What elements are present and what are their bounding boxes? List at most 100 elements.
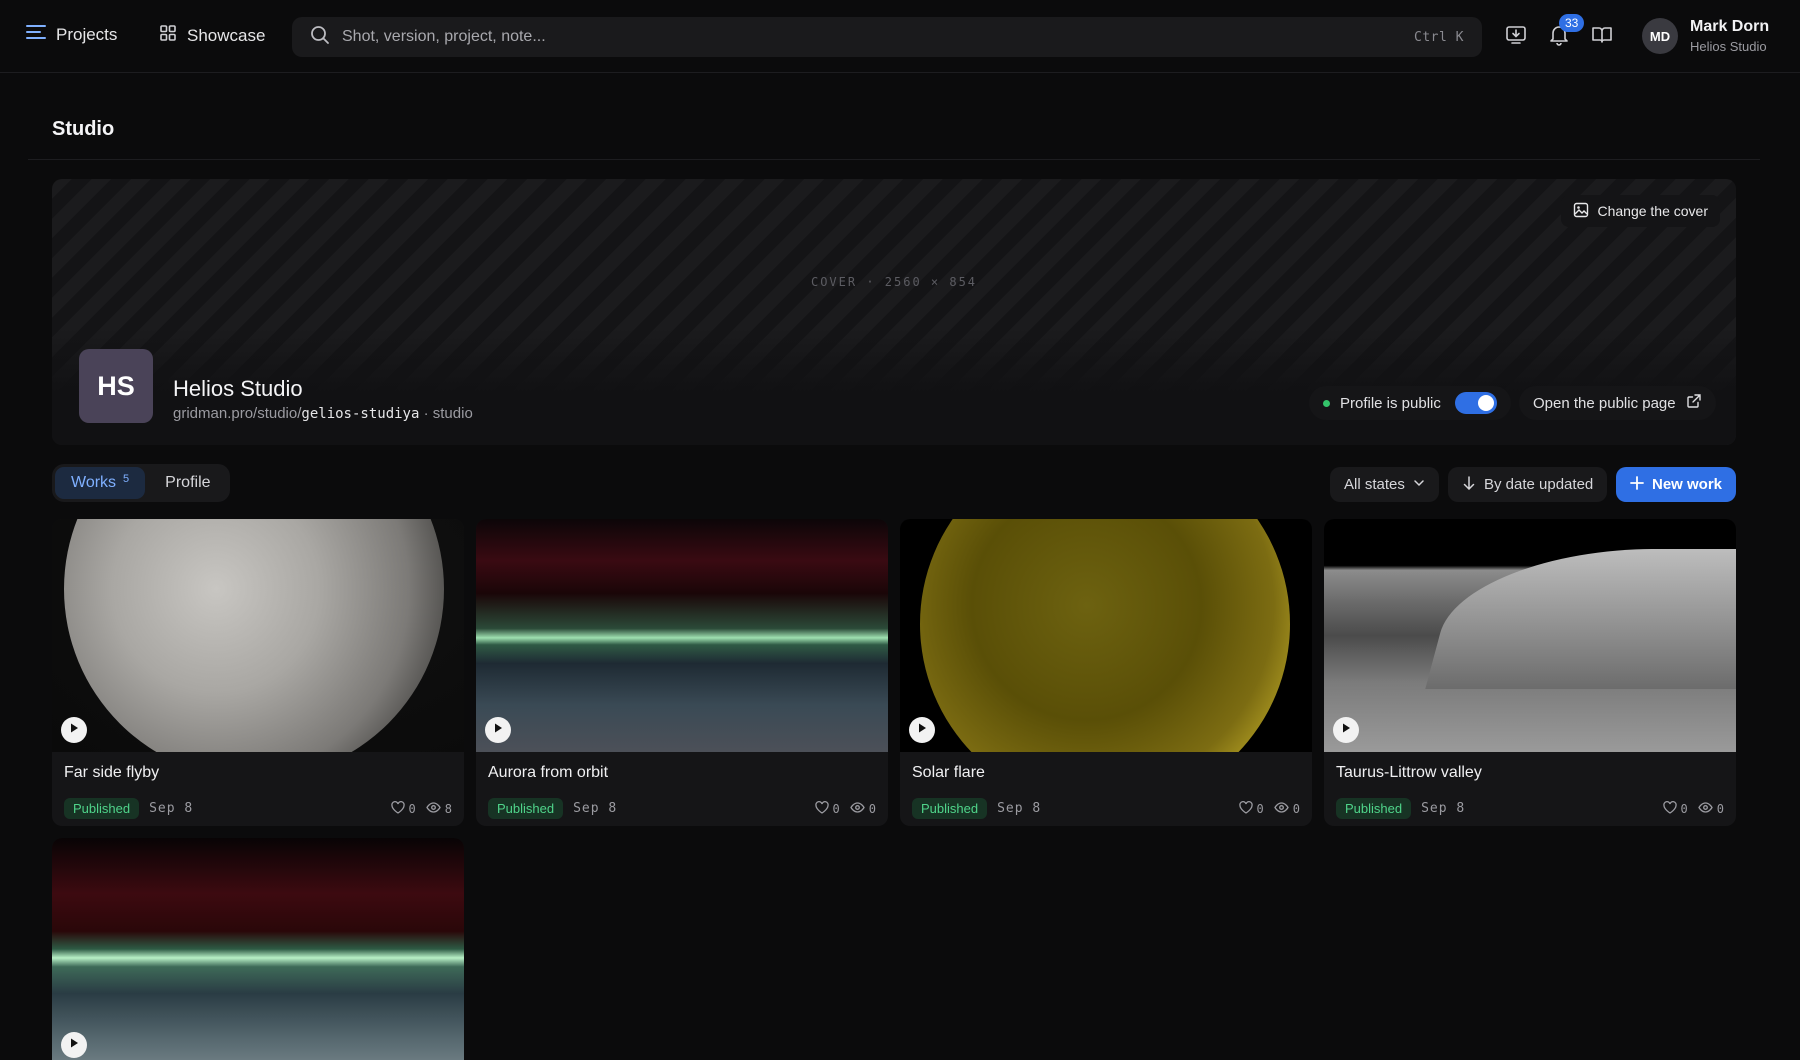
likes-count: 0 (832, 801, 840, 816)
studio-slug: gelios-studiya (301, 406, 420, 422)
tab-works-label: Works (71, 474, 117, 491)
work-thumbnail (1324, 519, 1736, 752)
studio-cover: COVER · 2560 × 854 Change the cover HS H… (52, 179, 1736, 445)
tab-works-count: 5 (123, 473, 130, 485)
chevron-down-icon (1413, 476, 1425, 493)
work-title: Aurora from orbit (488, 764, 609, 781)
work-thumbnail (900, 519, 1312, 752)
sort-button[interactable]: By date updated (1448, 467, 1608, 502)
play-icon (68, 721, 80, 739)
eye-icon (850, 801, 865, 816)
work-meta: Published Sep 8 0 0 (900, 788, 1312, 826)
work-date: Sep 8 (1421, 801, 1466, 816)
user-menu[interactable]: MD Mark Dorn Helios Studio (1642, 18, 1769, 54)
menu-icon (26, 24, 46, 45)
search-input[interactable] (342, 28, 1415, 46)
work-meta: Published Sep 8 0 0 (476, 788, 888, 826)
work-thumbnail (52, 838, 464, 1060)
notifications-button[interactable]: 33 (1544, 14, 1585, 52)
eye-icon (1698, 801, 1713, 816)
status-badge: Published (912, 798, 988, 819)
book-open-icon (1591, 25, 1613, 50)
page-title: Studio (52, 118, 115, 140)
new-work-label: New work (1651, 476, 1723, 493)
studio-url-prefix: gridman.pro/studio/ (173, 405, 302, 422)
likes-stat: 0 (1662, 800, 1688, 817)
tab-profile-label: Profile (165, 474, 211, 491)
cover-size-label: COVER · 2560 × 854 (810, 275, 978, 289)
work-stats: 0 8 (390, 800, 452, 817)
studio-name: Helios Studio (173, 376, 303, 401)
image-edit-icon (1573, 202, 1589, 221)
play-icon (492, 721, 504, 739)
works-tabs: Works 5 Profile (52, 464, 230, 502)
studio-url: gridman.pro/studio/gelios-studiya · stud… (173, 405, 473, 422)
views-stat: 0 (1274, 802, 1300, 816)
work-thumbnail (476, 519, 888, 752)
work-date: Sep 8 (149, 801, 194, 816)
monitor-download-icon (1505, 25, 1527, 50)
heart-icon (390, 800, 405, 817)
public-toggle[interactable] (1454, 392, 1497, 414)
work-card[interactable]: Solar flare Published Sep 8 0 0 (900, 519, 1312, 826)
play-button[interactable] (1333, 717, 1359, 743)
work-card[interactable] (52, 838, 464, 1060)
likes-count: 0 (408, 801, 416, 816)
showcase-label: Showcase (187, 25, 266, 45)
views-stat: 0 (850, 802, 876, 816)
work-stats: 0 0 (814, 800, 876, 817)
moon-image (64, 519, 444, 752)
grid-icon (159, 24, 177, 47)
open-public-page-button[interactable]: Open the public page (1519, 386, 1716, 420)
tab-profile[interactable]: Profile (149, 467, 226, 499)
public-status-dot (1323, 399, 1330, 407)
play-button[interactable] (61, 717, 87, 743)
play-button[interactable] (61, 1032, 87, 1058)
change-cover-label: Change the cover (1597, 203, 1708, 219)
user-org: Helios Studio (1690, 39, 1767, 54)
state-filter-dropdown[interactable]: All states (1330, 467, 1439, 502)
top-bar: Projects Showcase Ctrl K 33 MD Mark Dorn (0, 0, 1800, 73)
work-date: Sep 8 (573, 801, 618, 816)
studio-avatar: HS (79, 349, 153, 423)
work-stats: 0 0 (1662, 800, 1724, 817)
views-count: 8 (444, 801, 452, 816)
new-work-button[interactable]: New work (1616, 467, 1736, 502)
work-card[interactable]: Far side flyby Published Sep 8 0 8 (52, 519, 464, 826)
avatar: MD (1642, 18, 1678, 54)
showcase-nav-button[interactable]: Showcase (159, 24, 265, 47)
work-meta: Published Sep 8 0 0 (1324, 788, 1736, 826)
download-app-button[interactable] (1501, 22, 1531, 52)
eye-icon (1274, 801, 1289, 816)
likes-stat: 0 (1238, 800, 1264, 817)
sort-label: By date updated (1484, 476, 1594, 493)
open-public-label: Open the public page (1533, 394, 1676, 412)
user-name: Mark Dorn (1690, 18, 1770, 35)
page-divider (28, 159, 1760, 160)
status-badge: Published (64, 798, 140, 819)
projects-nav-button[interactable]: Projects (26, 24, 117, 45)
play-button[interactable] (485, 717, 511, 743)
views-stat: 8 (426, 802, 452, 816)
heart-icon (814, 800, 829, 817)
views-stat: 0 (1698, 802, 1724, 816)
play-button[interactable] (909, 717, 935, 743)
work-stats: 0 0 (1238, 800, 1300, 817)
play-icon (916, 721, 928, 739)
likes-stat: 0 (814, 800, 840, 817)
search-bar[interactable]: Ctrl K (292, 17, 1482, 57)
tab-works[interactable]: Works 5 (55, 467, 146, 499)
valley-image (1425, 549, 1736, 689)
docs-button[interactable] (1587, 22, 1617, 52)
projects-label: Projects (56, 24, 118, 44)
plus-icon (1630, 475, 1644, 494)
work-meta: Published Sep 8 0 8 (52, 788, 464, 826)
likes-count: 0 (1680, 801, 1688, 816)
likes-stat: 0 (390, 800, 416, 817)
work-title: Far side flyby (64, 764, 160, 781)
change-cover-button[interactable]: Change the cover (1561, 195, 1720, 227)
work-card[interactable]: Taurus-Littrow valley Published Sep 8 0 … (1324, 519, 1736, 826)
status-badge: Published (488, 798, 564, 819)
likes-count: 0 (1256, 801, 1264, 816)
work-card[interactable]: Aurora from orbit Published Sep 8 0 0 (476, 519, 888, 826)
